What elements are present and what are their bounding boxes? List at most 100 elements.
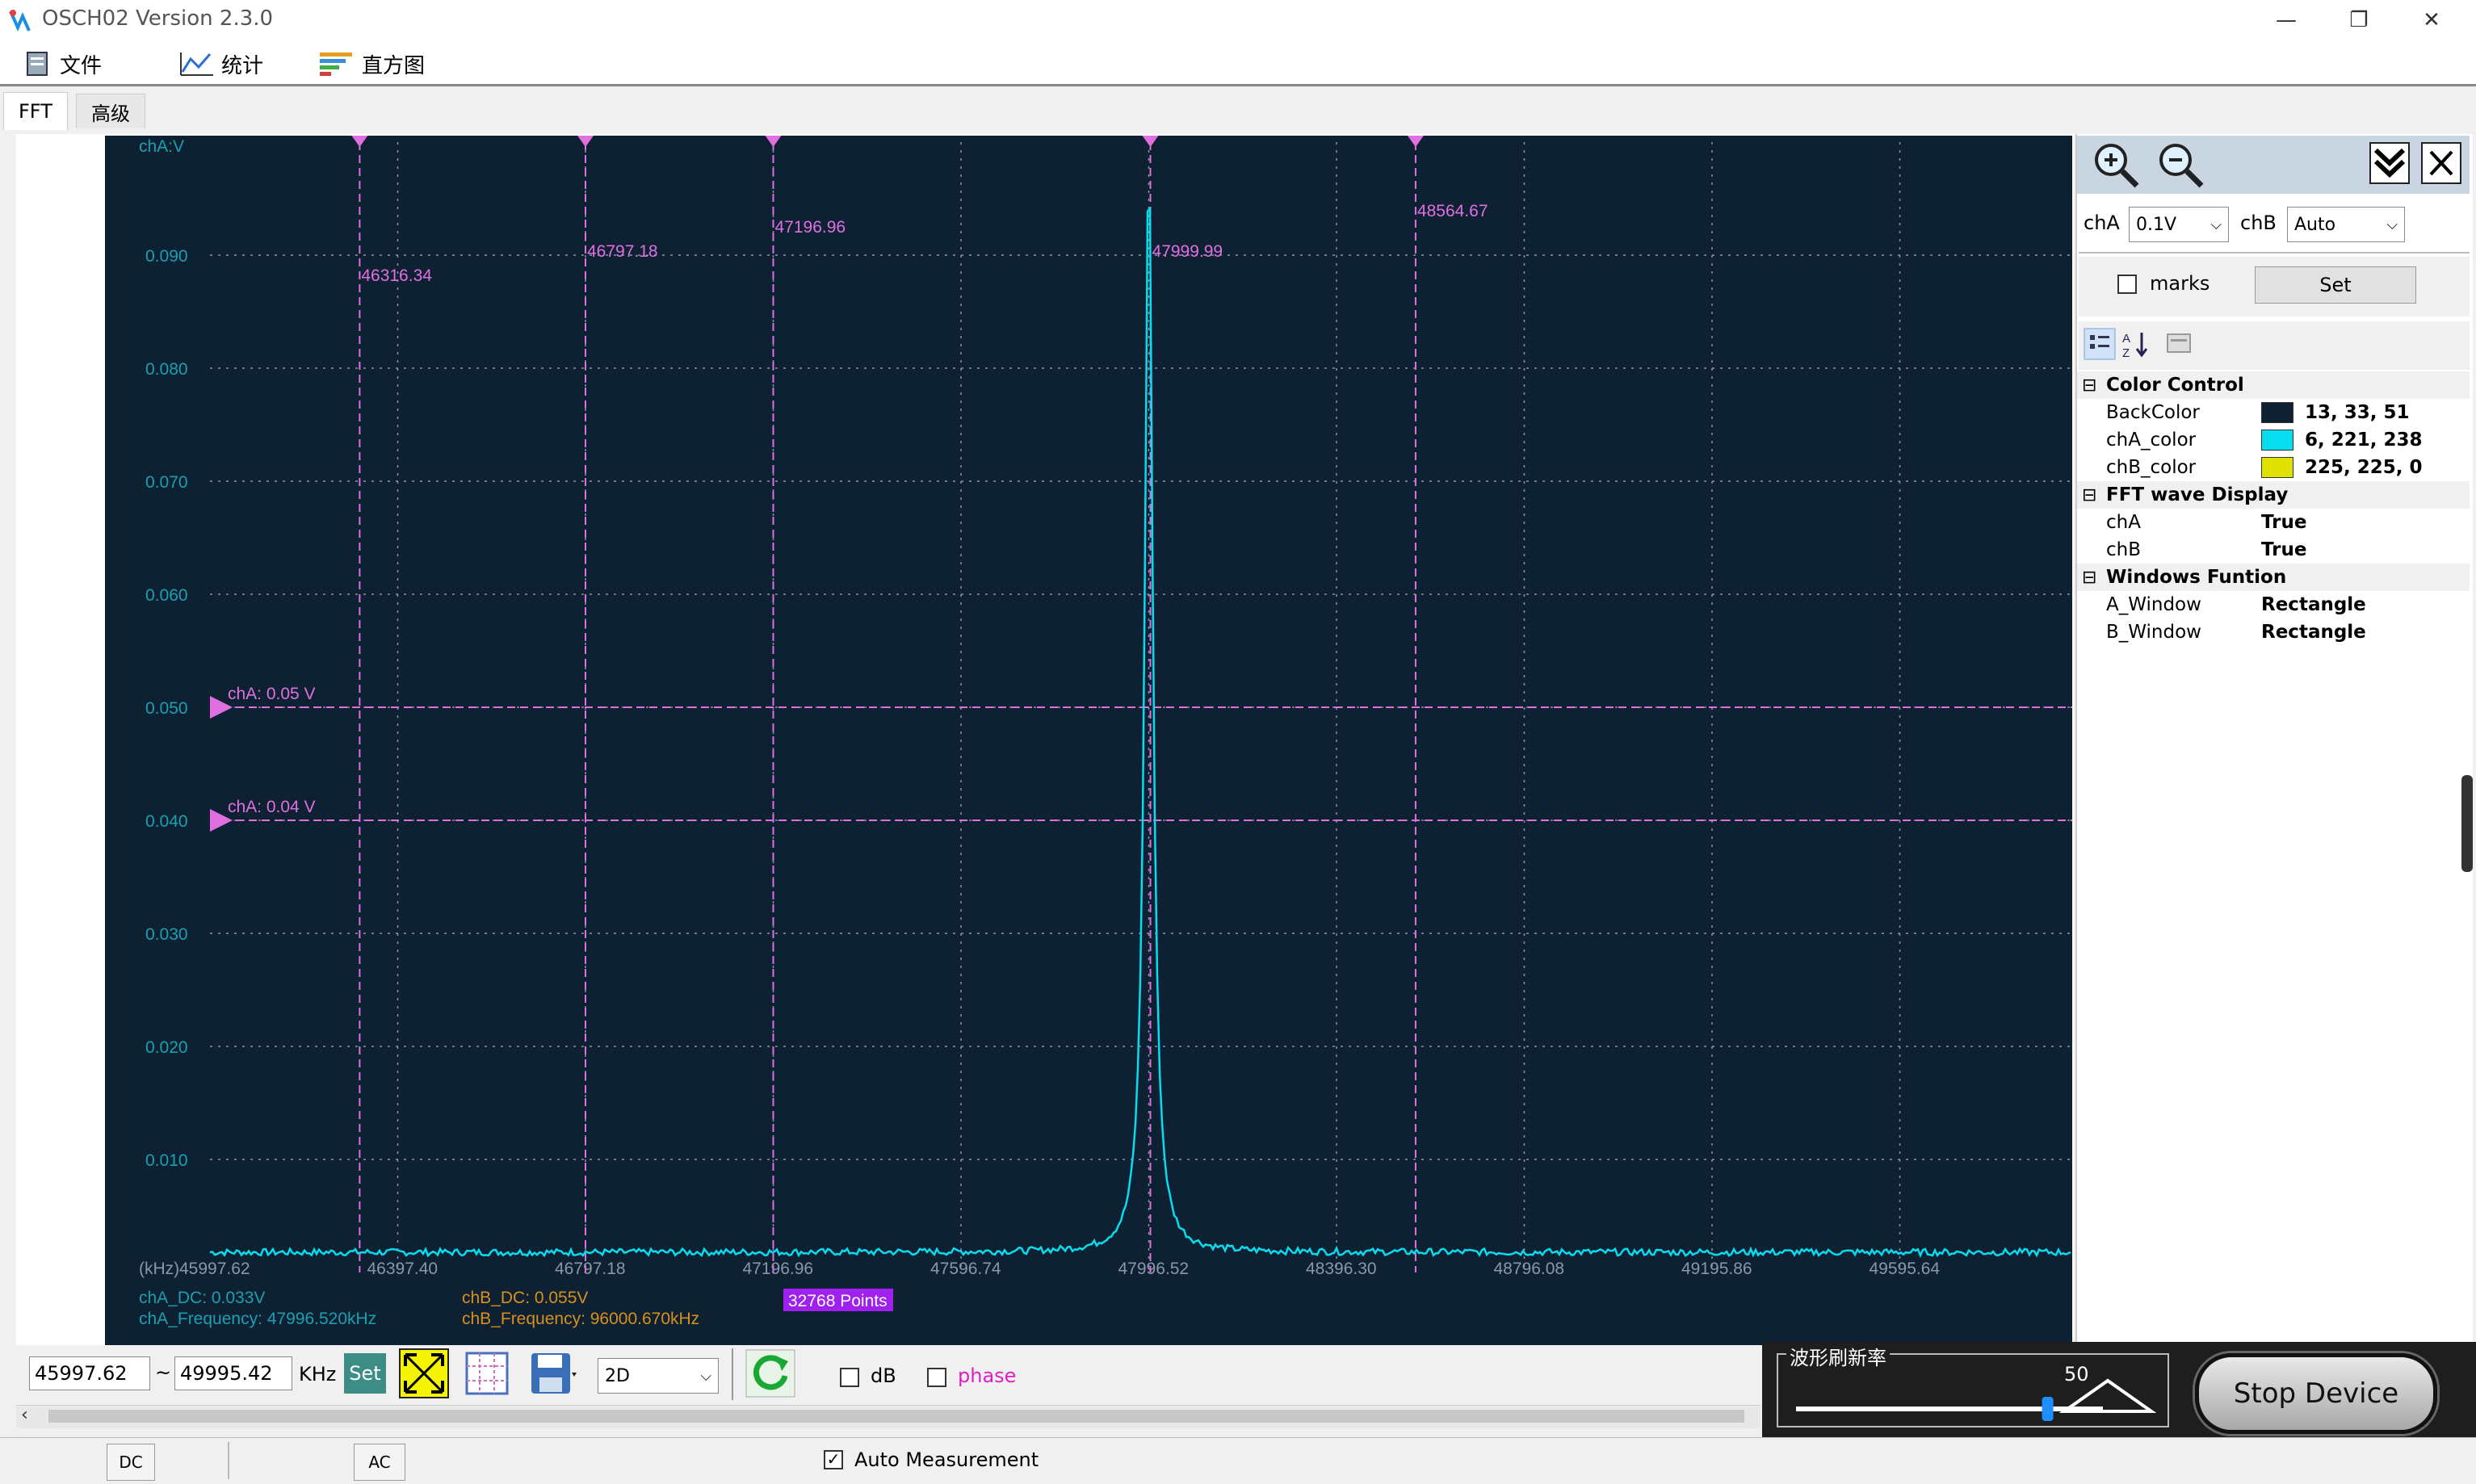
marker-label: 48564.67: [1417, 202, 1488, 220]
cha-frequency-readout: chA_Frequency: 47996.520kHz: [139, 1310, 376, 1328]
property-value[interactable]: Rectangle: [2261, 622, 2366, 643]
fft-plot[interactable]: 0.090 0.080 0.070 0.060 0.050 0.040 0.030 0.020…: [105, 136, 2072, 1345]
phase-checkbox[interactable]: [927, 1368, 946, 1387]
property-row[interactable]: BackColor 13, 33, 51: [2077, 399, 2470, 426]
color-swatch: [2261, 430, 2293, 451]
property-value[interactable]: 6, 221, 238: [2261, 430, 2423, 451]
property-name: chA: [2106, 512, 2141, 533]
property-row[interactable]: chA True: [2077, 509, 2470, 536]
window-title: OSCH02 Version 2.3.0: [42, 6, 274, 31]
color-swatch: [2261, 457, 2293, 479]
side-grip-handle[interactable]: [2461, 775, 2473, 872]
collapse-chevron-icon[interactable]: [2369, 142, 2410, 184]
property-value[interactable]: 13, 33, 51: [2261, 402, 2410, 424]
zoom-in-icon[interactable]: [2090, 139, 2143, 189]
y-tick-label: 0.040: [145, 812, 188, 831]
restore-button[interactable]: ❐: [2323, 0, 2395, 40]
minimize-button[interactable]: —: [2250, 0, 2323, 40]
auto-measurement-checkbox[interactable]: ✓: [824, 1450, 843, 1469]
property-value[interactable]: True: [2261, 539, 2306, 560]
menu-file[interactable]: 文件: [24, 47, 102, 81]
grid-toggle-icon[interactable]: [462, 1348, 512, 1398]
property-value-text: Rectangle: [2261, 622, 2366, 643]
close-panel-icon[interactable]: [2421, 142, 2461, 184]
svg-text:A: A: [2122, 332, 2130, 346]
y-tick-label: 0.070: [145, 473, 188, 492]
property-row[interactable]: A_Window Rectangle: [2077, 591, 2470, 618]
property-pages-icon[interactable]: [2166, 331, 2193, 357]
sort-az-icon[interactable]: AZ: [2119, 328, 2151, 360]
property-category[interactable]: ⊟ Windows Funtion: [2077, 564, 2470, 591]
property-value-text: 225, 225, 0: [2305, 456, 2423, 478]
x-tick-label: 49595.64: [1870, 1260, 1941, 1278]
property-value-text: 13, 33, 51: [2305, 401, 2410, 423]
marker-label: 46797.18: [587, 242, 658, 261]
marks-checkbox[interactable]: [2117, 275, 2137, 294]
db-checkbox[interactable]: [840, 1368, 859, 1387]
view-mode-select[interactable]: 2D ⌵: [598, 1358, 719, 1394]
slider-thumb[interactable]: [2042, 1397, 2054, 1421]
property-row[interactable]: chB_color 225, 225, 0: [2077, 454, 2470, 481]
property-value[interactable]: 225, 225, 0: [2261, 457, 2423, 479]
plot-background: [105, 136, 2072, 1345]
y-tick-label: 0.010: [145, 1151, 188, 1170]
marker-label: 47999.99: [1152, 242, 1223, 261]
property-row[interactable]: chA_color 6, 221, 238: [2077, 426, 2470, 454]
file-icon: [27, 52, 48, 76]
collapse-minus-icon[interactable]: ⊟: [2082, 375, 2096, 396]
property-row[interactable]: chB True: [2077, 536, 2470, 564]
tab-advanced[interactable]: 高级: [76, 94, 145, 128]
categorized-icon[interactable]: [2084, 328, 2116, 360]
scroll-left-icon[interactable]: ‹: [21, 1405, 28, 1425]
property-category-label: Color Control: [2106, 375, 2244, 396]
cha-scale-value: 0.1V: [2136, 214, 2177, 235]
collapse-minus-icon[interactable]: ⊟: [2082, 485, 2096, 505]
property-value[interactable]: True: [2261, 512, 2306, 533]
view-mode-value: 2D: [605, 1365, 630, 1386]
refresh-icon[interactable]: [745, 1348, 796, 1398]
marker-label: 46316.34: [361, 266, 432, 285]
collapse-minus-icon[interactable]: ⊟: [2082, 568, 2096, 588]
close-window-button[interactable]: ✕: [2395, 0, 2468, 40]
frequency-set-button[interactable]: Set: [344, 1353, 386, 1394]
menu-histogram[interactable]: 直方图: [318, 47, 425, 81]
y-tick-label: 0.080: [145, 360, 188, 379]
property-row[interactable]: B_Window Rectangle: [2077, 618, 2470, 646]
menu-file-label: 文件: [60, 53, 103, 78]
end-frequency-input[interactable]: 49995.42: [174, 1356, 292, 1390]
property-value[interactable]: Rectangle: [2261, 594, 2366, 615]
slider-track: [1796, 1406, 2103, 1411]
histogram-icon: [320, 52, 352, 76]
fit-expand-icon[interactable]: [399, 1348, 449, 1398]
cha-scale-select[interactable]: 0.1V ⌵: [2129, 207, 2229, 242]
marks-set-button[interactable]: Set: [2255, 266, 2416, 304]
property-value-text: True: [2261, 539, 2307, 560]
property-category-label: FFT wave Display: [2106, 484, 2289, 505]
x-tick-label: 47596.74: [930, 1260, 1001, 1278]
property-category[interactable]: ⊟ Color Control: [2077, 371, 2470, 399]
property-category[interactable]: ⊟ FFT wave Display: [2077, 481, 2470, 509]
property-name: chB: [2106, 539, 2142, 560]
dc-button[interactable]: DC: [107, 1444, 155, 1481]
title-bar: [0, 0, 2476, 40]
y-axis-unit: chA:V: [139, 137, 184, 156]
refresh-rate-slider[interactable]: [1793, 1365, 2156, 1421]
start-frequency-input[interactable]: 45997.62: [29, 1356, 150, 1390]
divider: [2079, 252, 2470, 254]
marks-label: marks: [2150, 272, 2210, 295]
property-name: BackColor: [2106, 402, 2200, 423]
save-icon[interactable]: [528, 1348, 580, 1398]
tab-fft[interactable]: FFT: [3, 92, 68, 130]
ac-button[interactable]: AC: [354, 1444, 405, 1481]
menu-statistics[interactable]: 统计: [178, 47, 263, 81]
db-label: dB: [871, 1365, 896, 1387]
zoom-out-icon[interactable]: [2155, 139, 2208, 189]
x-tick-label: 46797.18: [555, 1260, 626, 1278]
property-name: chB_color: [2106, 457, 2197, 478]
scrollbar-thumb[interactable]: [48, 1410, 1744, 1423]
stop-device-button[interactable]: Stop Device: [2195, 1353, 2437, 1434]
chb-scale-select[interactable]: Auto ⌵: [2287, 207, 2405, 242]
level-label: chA: 0.05 V: [228, 685, 316, 703]
chevron-down-icon: ⌵: [2210, 216, 2222, 233]
phase-label: phase: [958, 1365, 1017, 1387]
